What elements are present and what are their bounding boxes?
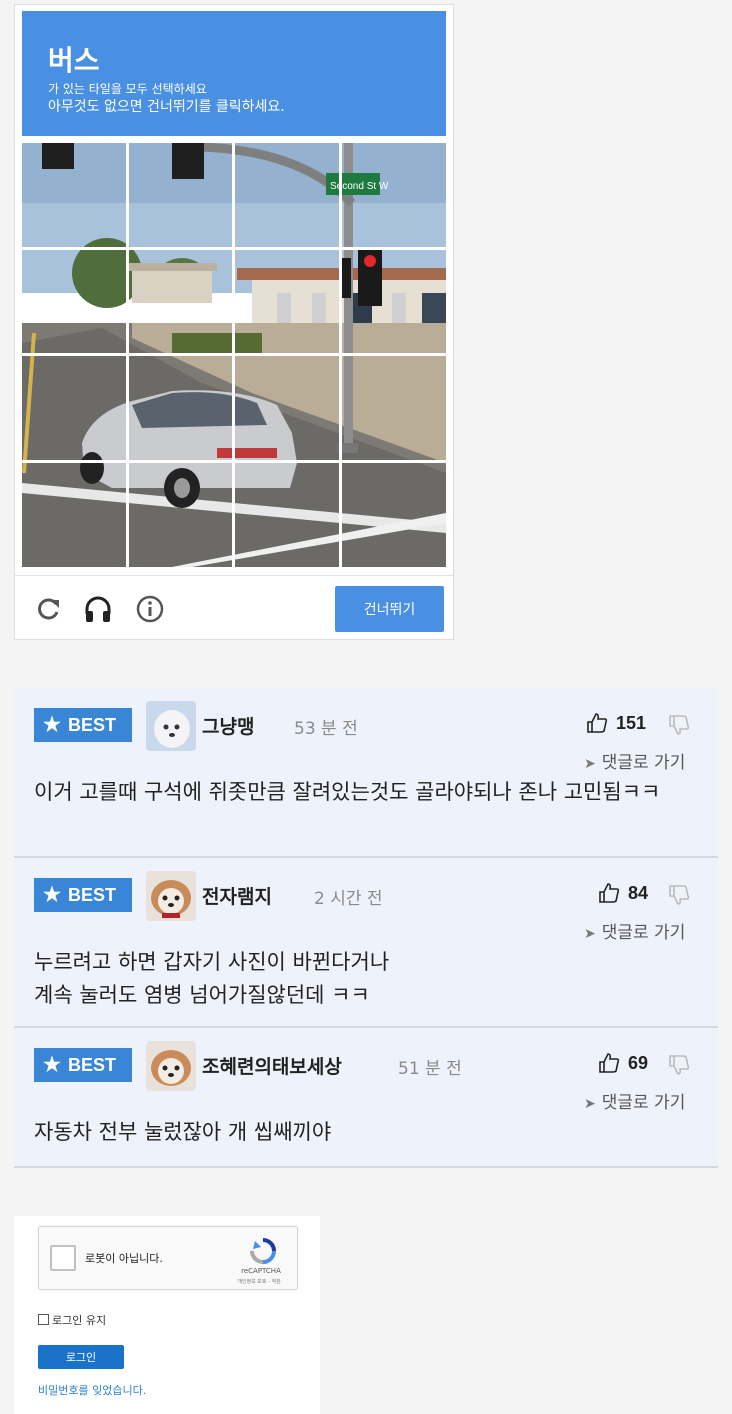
captcha-tile[interactable]: [342, 250, 446, 354]
captcha-skip-hint: 아무것도 없으면 건너뛰기를 클릭하세요.: [48, 99, 285, 115]
captcha-tile[interactable]: [129, 143, 233, 247]
send-arrow-icon: ➤: [584, 756, 596, 772]
avatar[interactable]: [146, 871, 196, 921]
avatar-image: [146, 1041, 196, 1091]
comment-time: 51 분 전: [398, 1059, 462, 1079]
captcha-tile[interactable]: [235, 356, 339, 460]
comment-username[interactable]: 전자램지: [202, 882, 272, 909]
send-arrow-icon: ➤: [584, 926, 596, 942]
captcha-tile[interactable]: [342, 143, 446, 247]
captcha-target-title: 버스: [48, 44, 100, 77]
recaptcha-checkbox[interactable]: [50, 1245, 76, 1271]
goto-comment-link[interactable]: ➤ 댓글로 가기: [584, 918, 685, 943]
captcha-tile[interactable]: [129, 250, 233, 354]
recaptcha-brand: reCAPTCHA: [241, 1267, 281, 1275]
keep-login-option[interactable]: 로그인 유지: [38, 1312, 106, 1328]
thumbs-down-icon[interactable]: [668, 714, 690, 736]
captcha-tile[interactable]: [235, 463, 339, 567]
captcha-tile[interactable]: [235, 143, 339, 247]
login-button[interactable]: 로그인: [38, 1345, 124, 1369]
recaptcha-label: 로봇이 아닙니다.: [85, 1252, 163, 1265]
captcha-tile[interactable]: [22, 356, 126, 460]
comment-text: 이거 고를때 구석에 쥐좃만큼 잘려있는것도 골라야되나 존나 고민됨ㅋㅋ: [34, 780, 661, 804]
comment-text: 자동차 전부 눌렀잖아 개 씹쌔끼야: [34, 1120, 332, 1144]
comment-time: 2 시간 전: [314, 889, 383, 909]
skip-button[interactable]: 건너뛰기: [335, 586, 444, 632]
captcha-tile[interactable]: [22, 463, 126, 567]
captcha-header: 버스 가 있는 타일을 모두 선택하세요 아무것도 없으면 건너뛰기를 클릭하세…: [22, 11, 446, 136]
star-icon: ★: [43, 714, 61, 736]
captcha-tile[interactable]: [342, 463, 446, 567]
recaptcha-logo-icon: [250, 1238, 276, 1264]
star-icon: ★: [43, 884, 61, 906]
goto-comment-link[interactable]: ➤ 댓글로 가기: [584, 748, 685, 773]
forgot-password-link[interactable]: 비밀번호를 잊었습니다.: [38, 1382, 146, 1398]
captcha-image-grid: Second St W: [22, 143, 446, 567]
goto-comment-link[interactable]: ➤ 댓글로 가기: [584, 1088, 685, 1113]
comment-item: ★ BEST 그냥맹 53 분 전 151 ➤ 댓글로 가기 이거 고를때 구석에…: [14, 688, 718, 858]
reload-icon[interactable]: [33, 594, 63, 624]
captcha-tile[interactable]: [342, 356, 446, 460]
comment-text: 누르려고 하면 갑자기 사진이 바뀐다거나 계속 눌러도 염병 넘어가질않던데 …: [34, 950, 390, 1007]
avatar[interactable]: [146, 701, 196, 751]
send-arrow-icon: ➤: [584, 1096, 596, 1112]
avatar[interactable]: [146, 1041, 196, 1091]
like-count: 84: [628, 883, 649, 903]
login-widget: 로봇이 아닙니다. reCAPTCHA 개인정보 보호 - 약관 로그인 유지 …: [14, 1216, 320, 1414]
thumbs-down-icon[interactable]: [668, 1054, 690, 1076]
like-count: 151: [616, 713, 647, 733]
recaptcha-checkbox-widget: 로봇이 아닙니다. reCAPTCHA 개인정보 보호 - 약관: [38, 1226, 298, 1290]
comment-username[interactable]: 조혜련의태보세상: [202, 1052, 342, 1079]
best-badge: ★ BEST: [34, 878, 132, 912]
thumbs-up-icon[interactable]: [586, 712, 608, 734]
star-icon: ★: [43, 1054, 61, 1076]
captcha-tile[interactable]: [22, 143, 126, 247]
captcha-tile[interactable]: [22, 250, 126, 354]
info-icon[interactable]: [135, 594, 165, 624]
captcha-footer: 건너뛰기: [15, 575, 453, 640]
comment-time: 53 분 전: [294, 719, 358, 739]
thumbs-up-icon[interactable]: [598, 882, 620, 904]
recaptcha-privacy-terms[interactable]: 개인정보 보호 - 약관: [219, 1278, 299, 1285]
comment-item: ★ BEST 전자램지 2 시간 전 84 ➤ 댓글로 가기 누르려고 하면 갑…: [14, 858, 718, 1028]
headphones-icon[interactable]: [83, 594, 113, 624]
like-count: 69: [628, 1053, 649, 1073]
comment-item: ★ BEST 조혜련의태보세상 51 분 전 69 ➤ 댓글로 가기 자동차 전부…: [14, 1028, 718, 1168]
best-badge: ★ BEST: [34, 708, 132, 742]
avatar-image: [146, 701, 196, 751]
captcha-challenge: 버스 가 있는 타일을 모두 선택하세요 아무것도 없으면 건너뛰기를 클릭하세…: [14, 4, 454, 640]
keep-login-checkbox[interactable]: [38, 1314, 49, 1325]
avatar-image: [146, 871, 196, 921]
comment-username[interactable]: 그냥맹: [202, 712, 254, 739]
thumbs-down-icon[interactable]: [668, 884, 690, 906]
captcha-tile[interactable]: [235, 250, 339, 354]
best-comments-list: ★ BEST 그냥맹 53 분 전 151 ➤ 댓글로 가기 이거 고를때 구석에…: [14, 688, 718, 1168]
captcha-tile[interactable]: [129, 463, 233, 567]
captcha-tile[interactable]: [129, 356, 233, 460]
captcha-instruction: 가 있는 타일을 모두 선택하세요: [48, 82, 207, 96]
thumbs-up-icon[interactable]: [598, 1052, 620, 1074]
best-badge: ★ BEST: [34, 1048, 132, 1082]
